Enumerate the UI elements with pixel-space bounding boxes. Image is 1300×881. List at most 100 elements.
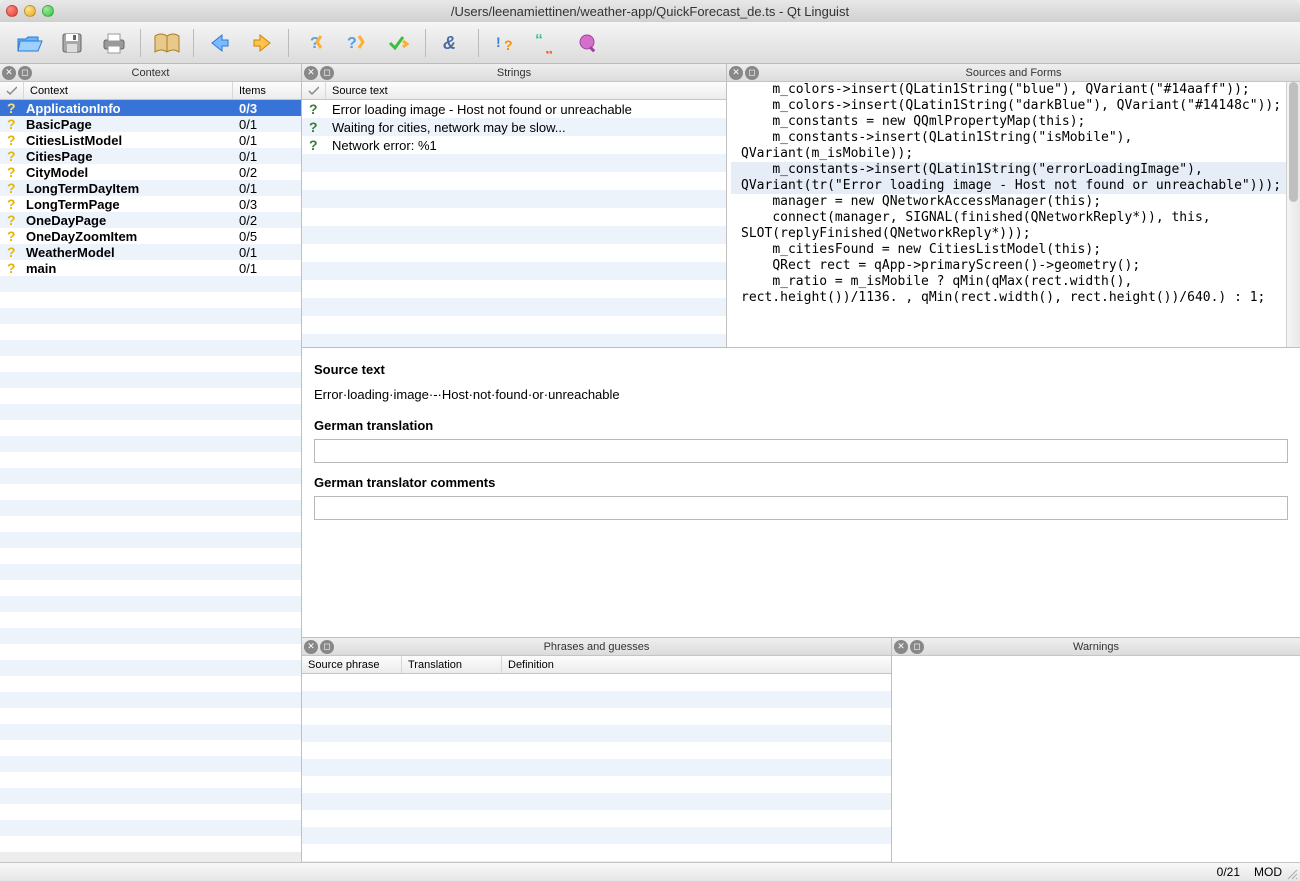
resize-grip-icon[interactable] (1286, 868, 1298, 880)
question-icon: ? (0, 133, 24, 147)
context-count: 0/1 (233, 261, 301, 276)
scrollthumb[interactable] (1289, 82, 1298, 202)
warnings-panel: ✕ ◻ Warnings (892, 638, 1300, 862)
sources-panel: ✕ ◻ Sources and Forms m_colors->insert(Q… (727, 64, 1300, 347)
context-row[interactable]: ?OneDayPage0/2 (0, 212, 301, 228)
status-progress: 0/21 (1217, 865, 1240, 879)
context-count: 0/2 (233, 165, 301, 180)
context-row[interactable]: ?BasicPage0/1 (0, 116, 301, 132)
next-unfinished-button[interactable]: ? (337, 26, 377, 60)
svg-text:?: ? (7, 181, 16, 195)
detach-panel-icon[interactable]: ◻ (745, 66, 759, 80)
context-row[interactable]: ?WeatherModel0/1 (0, 244, 301, 260)
detach-panel-icon[interactable]: ◻ (910, 640, 924, 654)
svg-text:?: ? (7, 133, 16, 147)
translation-label: German translation (314, 418, 1288, 433)
warnings-panel-title: Warnings (892, 641, 1300, 653)
definition-col[interactable]: Definition (502, 656, 891, 673)
context-col-header[interactable]: Context (24, 82, 233, 99)
question-icon: ? (0, 181, 24, 195)
context-count: 0/1 (233, 245, 301, 260)
source-scrollbar[interactable] (1286, 82, 1300, 347)
translation-input[interactable] (314, 439, 1288, 463)
context-row[interactable]: ?OneDayZoomItem0/5 (0, 228, 301, 244)
source-phrase-col[interactable]: Source phrase (302, 656, 402, 673)
svg-text:„: „ (545, 40, 553, 54)
status-mod: MOD (1254, 865, 1282, 879)
close-panel-icon[interactable]: ✕ (2, 66, 16, 80)
print-button[interactable] (94, 26, 134, 60)
translation-col[interactable]: Translation (402, 656, 502, 673)
context-name: LongTermPage (24, 197, 233, 212)
comments-label: German translator comments (314, 475, 1288, 490)
phrases-column-header: Source phrase Translation Definition (302, 656, 891, 674)
punctuation-button[interactable]: “„ (527, 26, 567, 60)
sources-panel-title: Sources and Forms (727, 67, 1300, 79)
source-col-header[interactable]: Source text (326, 82, 726, 99)
question-icon: ? (0, 261, 24, 275)
detach-panel-icon[interactable]: ◻ (320, 640, 334, 654)
context-row[interactable]: ?CitiesListModel0/1 (0, 132, 301, 148)
done-next-button[interactable] (379, 26, 419, 60)
string-row[interactable]: ?Error loading image - Host not found or… (302, 100, 726, 118)
code-line: manager = new QNetworkAccessManager(this… (731, 194, 1296, 210)
back-button[interactable] (200, 26, 240, 60)
context-count: 0/1 (233, 117, 301, 132)
sources-panel-header: ✕ ◻ Sources and Forms (727, 64, 1300, 82)
question-icon: ? (0, 229, 24, 243)
phrasebook-button[interactable] (147, 26, 187, 60)
close-panel-icon[interactable]: ✕ (729, 66, 743, 80)
forward-button[interactable] (242, 26, 282, 60)
svg-text:?: ? (7, 213, 16, 227)
string-row[interactable]: ?Network error: %1 (302, 136, 726, 154)
context-row[interactable]: ?LongTermPage0/3 (0, 196, 301, 212)
open-button[interactable] (10, 26, 50, 60)
strings-list[interactable]: ?Error loading image - Host not found or… (302, 100, 726, 347)
zoom-window-icon[interactable] (42, 5, 54, 17)
context-row[interactable]: ?LongTermDayItem0/1 (0, 180, 301, 196)
strings-panel-header: ✕ ◻ Strings (302, 64, 726, 82)
detach-panel-icon[interactable]: ◻ (320, 66, 334, 80)
strings-panel: ✕ ◻ Strings Source text ?Error loading i… (302, 64, 727, 347)
phrases-panel: ✕ ◻ Phrases and guesses Source phrase Tr… (302, 638, 892, 862)
status-col-header[interactable] (0, 82, 24, 99)
phrases-list[interactable] (302, 674, 891, 862)
context-name: OneDayZoomItem (24, 229, 233, 244)
save-button[interactable] (52, 26, 92, 60)
close-panel-icon[interactable]: ✕ (894, 640, 908, 654)
close-panel-icon[interactable]: ✕ (304, 640, 318, 654)
context-row[interactable]: ?main0/1 (0, 260, 301, 276)
context-list[interactable]: ?ApplicationInfo0/3?BasicPage0/1?CitiesL… (0, 100, 301, 862)
window-controls (6, 5, 54, 17)
validation-button[interactable]: !? (485, 26, 525, 60)
code-line: m_constants = new QQmlPropertyMap(this); (731, 114, 1296, 130)
string-text: Error loading image - Host not found or … (326, 102, 726, 117)
comments-input[interactable] (314, 496, 1288, 520)
minimize-window-icon[interactable] (24, 5, 36, 17)
code-line: QRect rect = qApp->primaryScreen()->geom… (731, 258, 1296, 274)
source-code[interactable]: m_colors->insert(QLatin1String("blue"), … (727, 82, 1300, 347)
items-col-header[interactable]: Items (233, 82, 301, 99)
status-col-header[interactable] (302, 82, 326, 99)
question-icon: ? (302, 138, 326, 152)
detach-panel-icon[interactable]: ◻ (18, 66, 32, 80)
toolbar: ? ? & !? “„ (0, 22, 1300, 64)
status-bar: 0/21 MOD (0, 862, 1300, 881)
code-line: m_constants->insert(QLatin1String("error… (731, 162, 1296, 194)
context-row[interactable]: ?CitiesPage0/1 (0, 148, 301, 164)
warnings-panel-header: ✕ ◻ Warnings (892, 638, 1300, 656)
context-count: 0/3 (233, 197, 301, 212)
string-row[interactable]: ?Waiting for cities, network may be slow… (302, 118, 726, 136)
context-row[interactable]: ?ApplicationInfo0/3 (0, 100, 301, 116)
svg-text:?: ? (7, 229, 16, 243)
prev-unfinished-button[interactable]: ? (295, 26, 335, 60)
find-replace-button[interactable]: & (432, 26, 472, 60)
svg-text:?: ? (7, 117, 16, 131)
close-window-icon[interactable] (6, 5, 18, 17)
context-row[interactable]: ?CityModel0/2 (0, 164, 301, 180)
phrases-panel-header: ✕ ◻ Phrases and guesses (302, 638, 891, 656)
close-panel-icon[interactable]: ✕ (304, 66, 318, 80)
whats-this-button[interactable] (569, 26, 609, 60)
source-text-value: Error·loading·image·-·Host·not·found·or·… (314, 383, 1288, 412)
question-icon: ? (302, 120, 326, 134)
